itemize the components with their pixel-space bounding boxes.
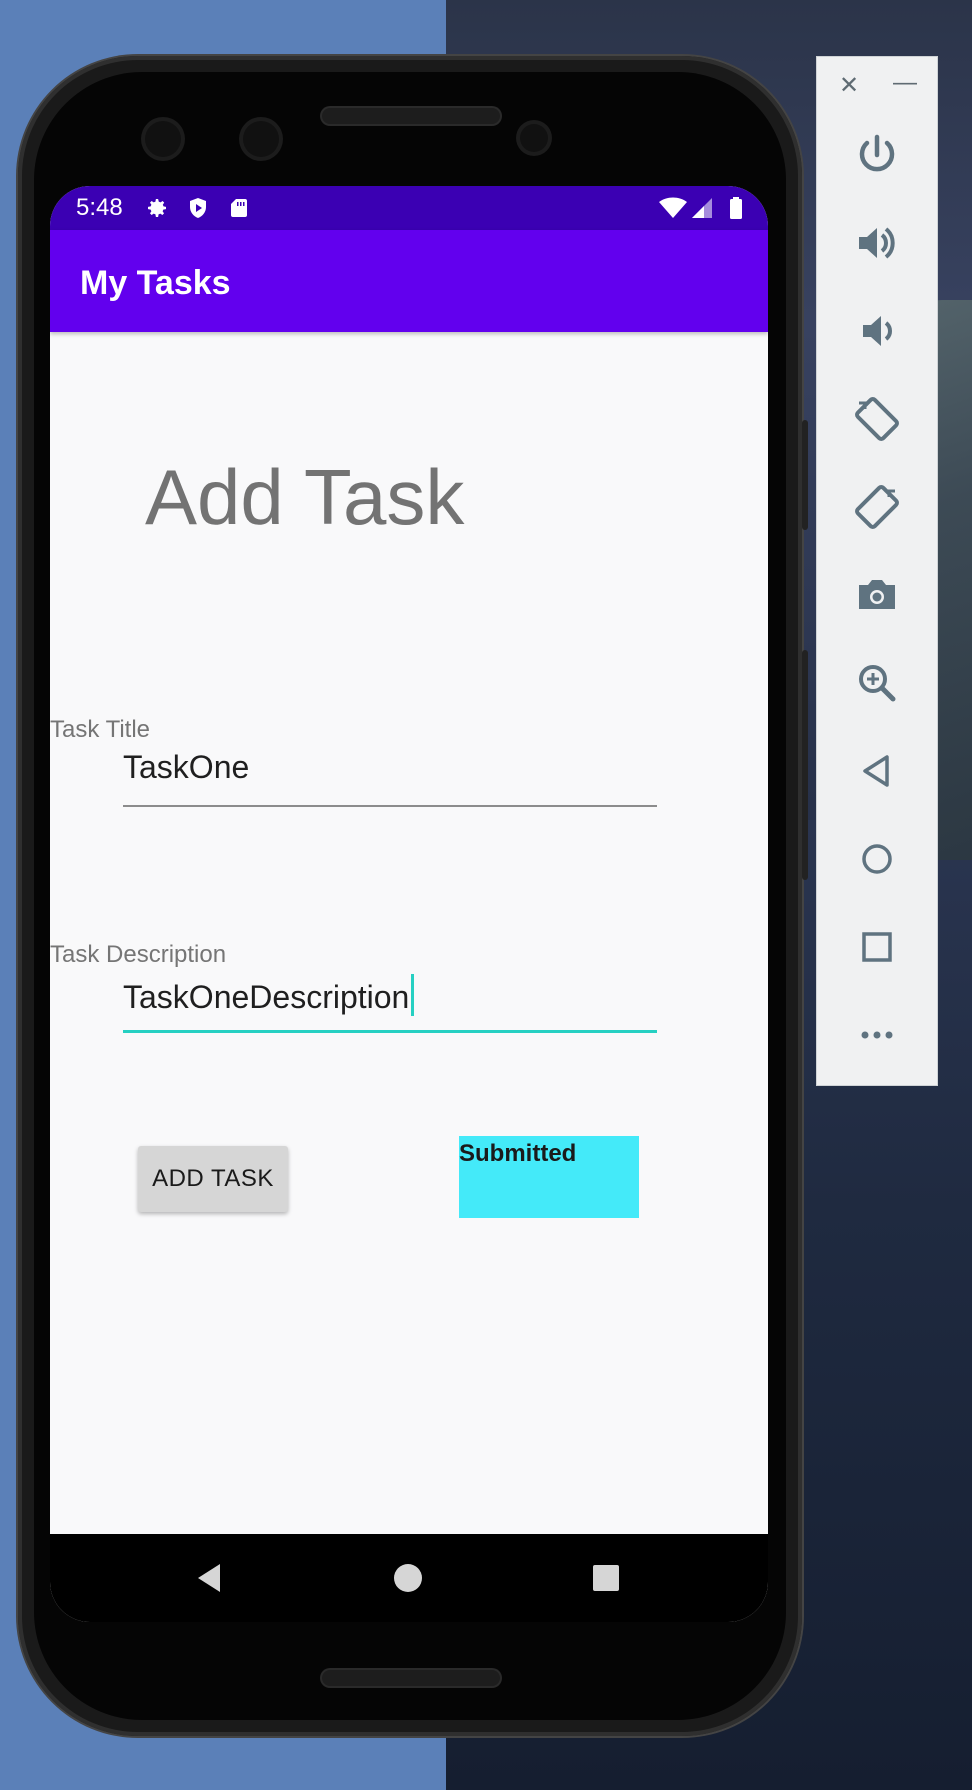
app-bar: My Tasks <box>50 230 768 332</box>
back-icon[interactable] <box>851 745 903 797</box>
submitted-status-text: Submitted <box>459 1140 577 1167</box>
android-screen: 5:48 My Tasks Add Task Task Title TaskOn… <box>50 186 768 1622</box>
task-title-value: TaskOne <box>123 749 250 785</box>
front-sensor <box>243 121 279 157</box>
status-bar: 5:48 <box>50 186 768 230</box>
phone-side-button <box>802 650 808 880</box>
battery-icon <box>730 197 742 219</box>
task-title-underline <box>123 805 657 807</box>
submitted-status-box: Submitted <box>459 1136 639 1218</box>
task-description-input[interactable]: TaskOneDescription <box>123 974 415 1016</box>
wifi-icon <box>659 197 687 218</box>
gear-icon <box>148 199 166 217</box>
shield-play-icon <box>190 198 206 218</box>
emulator-toolbar: ✕ — <box>816 56 938 1086</box>
signal-icon <box>692 198 712 218</box>
minimize-icon[interactable]: — <box>893 69 917 97</box>
emulator-toolbar-header: ✕ — <box>817 57 937 111</box>
add-task-button[interactable]: ADD TASK <box>138 1146 288 1212</box>
sd-card-icon <box>231 199 247 217</box>
volume-up-icon[interactable] <box>851 217 903 269</box>
task-description-label: Task Description <box>50 941 227 968</box>
app-title: My Tasks <box>80 264 231 302</box>
status-time: 5:48 <box>76 194 123 221</box>
task-title-label: Task Title <box>50 716 151 743</box>
camera-icon[interactable] <box>851 569 903 621</box>
phone-side-button <box>802 420 808 530</box>
page-title: Add Task <box>145 453 465 541</box>
top-speaker <box>322 108 500 124</box>
zoom-icon[interactable] <box>851 657 903 709</box>
rotate-right-icon[interactable] <box>851 481 903 533</box>
task-title-input[interactable]: TaskOne <box>123 749 249 786</box>
rotate-left-icon[interactable] <box>851 393 903 445</box>
overview-icon[interactable] <box>851 921 903 973</box>
more-icon[interactable] <box>851 1009 903 1061</box>
proximity-sensor <box>520 124 548 152</box>
front-camera <box>145 121 181 157</box>
task-description-value: TaskOneDescription <box>123 979 410 1015</box>
home-icon[interactable] <box>388 1558 428 1598</box>
home-icon[interactable] <box>851 833 903 885</box>
task-description-underline <box>123 1030 657 1033</box>
navigation-bar <box>50 1534 768 1622</box>
close-icon[interactable]: ✕ <box>839 71 859 100</box>
bottom-speaker <box>322 1670 500 1686</box>
volume-down-icon[interactable] <box>851 305 903 357</box>
power-icon[interactable] <box>851 129 903 181</box>
recents-icon[interactable] <box>586 1558 626 1598</box>
text-cursor <box>411 974 415 1016</box>
back-icon[interactable] <box>190 1558 230 1598</box>
